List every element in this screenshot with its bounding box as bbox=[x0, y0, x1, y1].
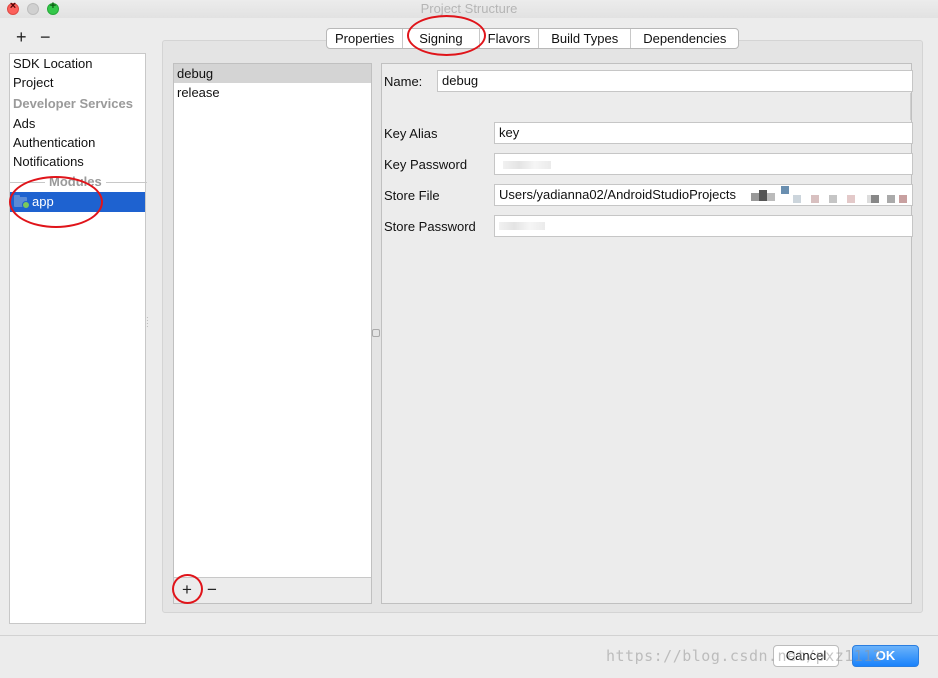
redacted-pixel bbox=[887, 195, 895, 203]
sidebar-item-notifications[interactable]: Notifications bbox=[13, 152, 84, 171]
key-alias-label: Key Alias bbox=[384, 126, 438, 141]
key-password-field[interactable] bbox=[494, 153, 913, 175]
tab-signing[interactable]: Signing bbox=[403, 29, 480, 48]
add-module-button[interactable]: + bbox=[16, 28, 27, 46]
close-window-icon[interactable]: × bbox=[7, 0, 19, 15]
tab-flavors[interactable]: Flavors bbox=[480, 29, 540, 48]
footer-divider bbox=[0, 635, 938, 636]
store-password-field[interactable] bbox=[494, 215, 913, 237]
sidebar-item-project[interactable]: Project bbox=[13, 73, 53, 92]
sidebar-item-sdk-location[interactable]: SDK Location bbox=[13, 54, 93, 73]
window-title: Project Structure bbox=[420, 1, 518, 16]
sidebar-item-ads[interactable]: Ads bbox=[13, 114, 35, 133]
add-config-button[interactable]: + bbox=[182, 581, 192, 599]
zoom-window-icon[interactable]: + bbox=[47, 0, 59, 15]
list-toolbar: + − bbox=[174, 577, 371, 603]
list-item-release[interactable]: release bbox=[174, 83, 371, 102]
redacted-pixel bbox=[751, 193, 759, 201]
redacted-password bbox=[499, 222, 545, 230]
remove-module-button[interactable]: − bbox=[40, 28, 51, 46]
redacted-password bbox=[503, 161, 551, 169]
signing-config-list: debug release + − bbox=[173, 63, 372, 604]
signing-form: Name: debug Key Alias key Key Password S… bbox=[381, 63, 913, 604]
redacted-pixel bbox=[899, 195, 907, 203]
list-item-debug[interactable]: debug bbox=[174, 64, 371, 83]
minimize-window-icon[interactable] bbox=[27, 3, 39, 15]
redacted-pixel bbox=[871, 195, 879, 203]
sidebar: SDK Location Project Developer Services … bbox=[9, 53, 147, 624]
sidebar-header-developer-services: Developer Services bbox=[13, 96, 133, 111]
redacted-pixel bbox=[759, 190, 767, 201]
store-file-field[interactable]: Users/yadianna02/AndroidStudioProjects bbox=[494, 184, 913, 206]
key-alias-field[interactable]: key bbox=[494, 122, 913, 144]
remove-config-button[interactable]: − bbox=[207, 581, 217, 599]
title-bar: Project Structure bbox=[0, 0, 938, 18]
name-divider bbox=[910, 93, 911, 120]
tab-dependencies[interactable]: Dependencies bbox=[631, 29, 738, 48]
name-label: Name: bbox=[384, 74, 423, 89]
store-file-path: Users/yadianna02/AndroidStudioProjects bbox=[499, 187, 737, 202]
redacted-pixel bbox=[829, 195, 837, 203]
watermark: https://blog.csdn.net/pxz1112 bbox=[606, 647, 883, 665]
redacted-pixel bbox=[793, 195, 801, 203]
module-folder-icon bbox=[14, 195, 30, 209]
redacted-pixel bbox=[847, 195, 855, 203]
store-file-label: Store File bbox=[384, 188, 440, 203]
store-password-label: Store Password bbox=[384, 219, 476, 234]
panel-splitter-handle[interactable] bbox=[372, 329, 380, 337]
tab-bar: Properties Signing Flavors Build Types D… bbox=[326, 28, 740, 49]
redacted-pixel bbox=[811, 195, 819, 203]
tab-properties[interactable]: Properties bbox=[327, 29, 404, 48]
redacted-pixel bbox=[767, 193, 775, 201]
redacted-pixel bbox=[781, 186, 789, 194]
tab-build-types[interactable]: Build Types bbox=[539, 29, 632, 48]
modules-header: Modules bbox=[45, 175, 106, 189]
sidebar-item-app[interactable]: app bbox=[10, 192, 145, 212]
key-password-label: Key Password bbox=[384, 157, 468, 172]
sidebar-splitter[interactable]: · · · · bbox=[146, 314, 150, 331]
name-field[interactable]: debug bbox=[437, 70, 913, 92]
sidebar-item-authentication[interactable]: Authentication bbox=[13, 133, 95, 152]
module-label: app bbox=[32, 194, 54, 209]
